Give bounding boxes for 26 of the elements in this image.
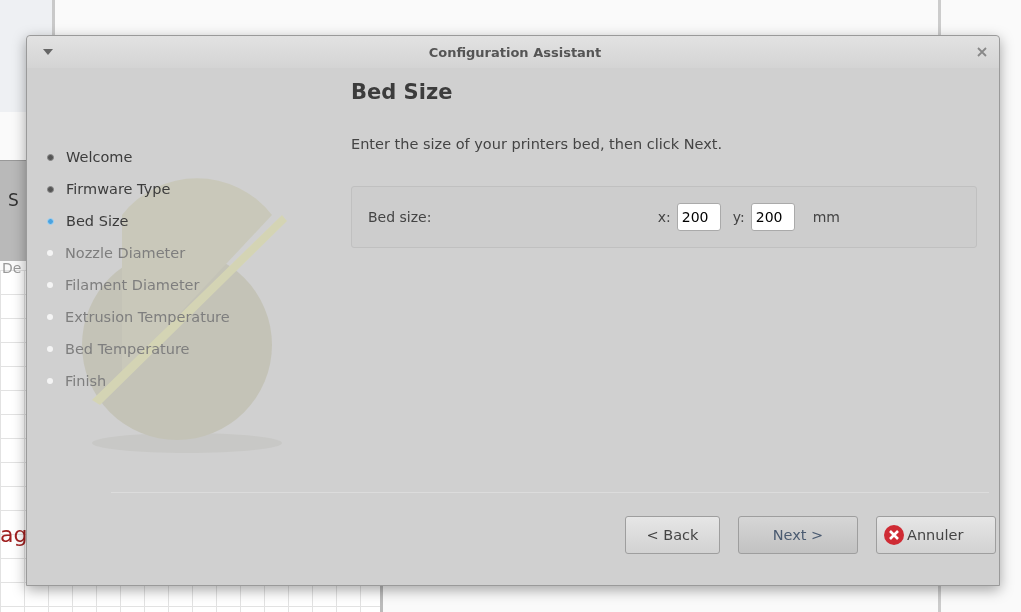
input-field[interactable]: 200 [750, 203, 795, 231]
window-title: Configuration Assistant [427, 44, 603, 60]
instruction-text: Enter the size of your printers bed, then click Next. [351, 136, 724, 152]
input-field[interactable]: 200 [676, 203, 721, 231]
step-label: Bed Size [66, 213, 129, 229]
back-button[interactable]: < Back [625, 516, 720, 554]
step-label: Bed Temperature [65, 341, 190, 357]
next-button[interactable]: Next > [738, 516, 858, 554]
page-heading: Bed Size [351, 80, 454, 104]
field-label: Bed size: [368, 209, 432, 225]
step-label: Nozzle Diameter [65, 245, 186, 261]
background-text: De [2, 260, 22, 276]
cancel-button[interactable]: Annuler [876, 516, 996, 554]
unit-label: mm [812, 209, 840, 225]
cancel-icon [883, 524, 905, 546]
step-label: Welcome [66, 149, 133, 165]
background-text: S [8, 190, 19, 210]
step-label: Firmware Type [66, 181, 171, 197]
menu-caret-icon[interactable] [43, 49, 53, 55]
background-text: ag [0, 522, 28, 547]
field-label: x: [657, 209, 671, 225]
field-label: y: [732, 209, 745, 225]
step-label: Extrusion Temperature [65, 309, 230, 325]
step-label: Finish [65, 373, 107, 389]
close-icon[interactable] [977, 47, 987, 57]
step-label: Filament Diameter [65, 277, 200, 293]
